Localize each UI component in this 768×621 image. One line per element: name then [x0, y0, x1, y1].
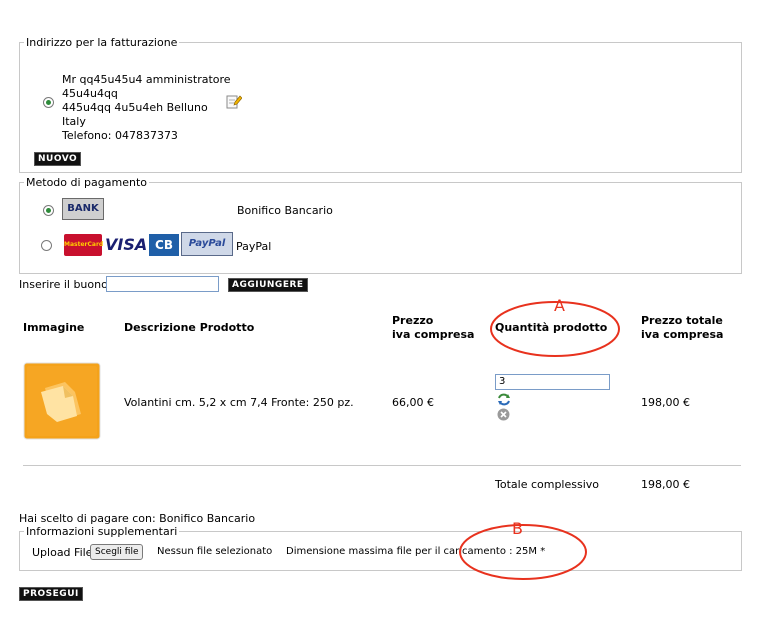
no-file-text: Nessun file selezionato [157, 546, 273, 557]
billing-address-radio[interactable] [43, 97, 54, 108]
refresh-icon[interactable] [497, 393, 511, 406]
delete-icon[interactable] [497, 408, 510, 421]
paypal-label: PayPal [236, 240, 272, 253]
grand-total-value: 198,00 € [641, 478, 690, 491]
product-price: 66,00 € [392, 396, 434, 409]
header-total-line1: Prezzo totale [641, 314, 723, 327]
annotation-ellipse-b [457, 522, 589, 582]
bank-transfer-label: Bonifico Bancario [237, 204, 333, 217]
voucher-input[interactable] [106, 276, 219, 292]
header-price-line1: Prezzo [392, 314, 434, 327]
product-file-icon [23, 362, 101, 440]
billing-legend: Indirizzo per la fatturazione [26, 36, 178, 49]
choose-file-button[interactable]: Scegli file [90, 544, 144, 560]
header-price-line2: iva compresa [392, 328, 475, 341]
extra-info-legend: Informazioni supplementari [26, 525, 178, 538]
header-price: Prezzo iva compresa [392, 314, 474, 342]
cb-logo: CB [149, 234, 179, 256]
bank-transfer-radio[interactable] [43, 205, 54, 216]
mastercard-logo: MasterCard [64, 234, 103, 256]
header-image: Immagine [23, 321, 85, 334]
header-total-line2: iva compresa [641, 328, 724, 341]
add-voucher-button[interactable]: AGGIUNGERE [228, 278, 308, 292]
header-description: Descrizione Prodotto [124, 321, 255, 334]
product-total: 198,00 € [641, 396, 690, 409]
edit-icon[interactable] [226, 93, 243, 109]
address-line: Telefono: 047837373 [62, 129, 178, 142]
payment-fieldset: Metodo di pagamento [19, 176, 742, 274]
annotation-label-b: B [512, 519, 523, 538]
address-line: Italy [62, 115, 86, 128]
product-description: Volantini cm. 5,2 x cm 7,4 Fronte: 250 p… [124, 396, 354, 409]
new-address-button[interactable]: NUOVO [34, 152, 82, 166]
quantity-input[interactable]: 3 [495, 374, 610, 390]
header-total: Prezzo totale iva compresa [641, 314, 723, 342]
table-divider [23, 465, 741, 466]
payment-legend: Metodo di pagamento [26, 176, 147, 189]
paypal-radio[interactable] [41, 240, 52, 251]
address-line: Mr qq45u45u4 amministratore [62, 73, 231, 86]
annotation-label-a: A [554, 296, 565, 315]
visa-logo: VISA [105, 234, 148, 256]
address-line: 45u4u4qq [62, 87, 118, 100]
payment-choice: Hai scelto di pagare con: Bonifico Banca… [19, 512, 256, 525]
paypal-logo: PayPal [181, 232, 233, 256]
billing-address: Mr qq45u45u4 amministratore 45u4u4qq 445… [62, 73, 231, 143]
address-line: 445u4qq 4u5u4eh Belluno [62, 101, 208, 114]
grand-total-label: Totale complessivo [495, 478, 600, 491]
voucher-label: Inserire il buono [19, 278, 108, 291]
bank-logo: BANK [62, 198, 104, 220]
proceed-button[interactable]: PROSEGUI [19, 587, 83, 601]
upload-label: Upload File [32, 546, 93, 559]
